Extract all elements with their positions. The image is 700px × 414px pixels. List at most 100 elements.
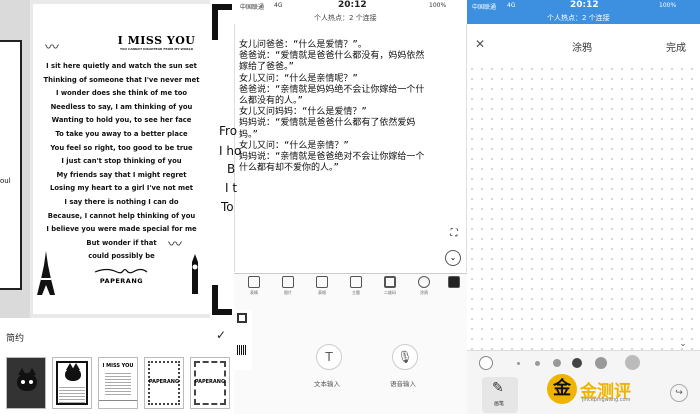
brush-size-4[interactable] bbox=[572, 358, 582, 368]
peek-text: Fro bbox=[219, 124, 238, 138]
brush-size-2[interactable] bbox=[535, 361, 540, 366]
thumb-brand: PAPERANG bbox=[148, 379, 180, 385]
text-line: 妈妈说：“爱情就是爸爸什么都有了依然爱妈 bbox=[239, 118, 416, 129]
text-line: 爸爸说：“爱情就是爸爸什么都没有，妈妈依然 bbox=[239, 51, 425, 62]
navigation-bar: ✕ 涂鸦 完成 bbox=[467, 24, 700, 64]
status-bar: 中国联通 4G 20:12 100% 个人热点：2 个连接 bbox=[467, 0, 700, 24]
page-title: 涂鸦 bbox=[572, 43, 592, 54]
poem-line: You feel so right, too good to be true bbox=[50, 143, 193, 152]
close-icon[interactable]: ✕ bbox=[475, 37, 485, 51]
poem-subtitle: YOU CANNOT DISAPPEAR FROM MY WORLD bbox=[119, 47, 194, 51]
doodle-canvas[interactable] bbox=[467, 64, 700, 350]
template-thumb-i-miss-you[interactable]: I MISS YOU bbox=[98, 357, 138, 409]
insert-toolbar: 表情 图片 表格 主题 二维码 涂鸦 bbox=[234, 273, 467, 301]
cat-icon bbox=[17, 368, 37, 391]
hotspot-label: 个人热点：2 个连接 bbox=[314, 14, 377, 22]
print-preview-paper[interactable]: 〰 I MISS YOU YOU CANNOT DISAPPEAR FROM M… bbox=[33, 4, 210, 314]
fullscreen-icon[interactable]: ⛶ bbox=[447, 228, 461, 242]
peek-text: I t bbox=[225, 181, 238, 195]
network-label: 4G bbox=[274, 2, 283, 9]
qrcode-icon bbox=[384, 276, 396, 288]
redo-icon[interactable]: ↪ bbox=[670, 384, 688, 402]
network-label: 4G bbox=[507, 2, 516, 9]
toolbar-theme[interactable]: 主题 bbox=[342, 276, 370, 296]
toolbar-print[interactable] bbox=[440, 276, 467, 288]
done-button[interactable]: 完成 bbox=[666, 39, 686, 54]
big-ben-icon bbox=[192, 254, 198, 294]
poem-line: To take you away to a better place bbox=[55, 129, 188, 138]
poem-title: I MISS YOU bbox=[117, 34, 196, 47]
text-line: 什么都有却不爱你的人。” bbox=[239, 163, 339, 174]
bird-icon: 〰 bbox=[168, 237, 182, 253]
watermark-url: jincepingwang.com bbox=[582, 397, 631, 403]
text-line: 爸爸说：“亲情就是妈妈绝不会让你嫁给一个什 bbox=[239, 84, 425, 95]
pen-icon bbox=[418, 276, 430, 288]
text-icon: T bbox=[325, 350, 333, 364]
text-editor-panel: 中国联通 4G 20:12 100% 个人热点：2 个连接 女儿问爸爸：“什么是… bbox=[234, 0, 467, 414]
print-text-content[interactable]: 女儿问爸爸：“什么是爱情？”。 爸爸说：“爱情就是爸爸什么都没有，妈妈依然 嫁给… bbox=[239, 40, 459, 174]
chevron-down-icon[interactable]: ⌄ bbox=[673, 339, 693, 351]
text-line: 女儿又问妈妈：“什么是爱情？” bbox=[239, 107, 367, 118]
toolbar-qrcode[interactable]: 二维码 bbox=[376, 276, 404, 296]
poem-line: Needless to say, I am thinking of you bbox=[50, 102, 193, 111]
thumb-brand: PAPERANG bbox=[194, 379, 226, 385]
template-thumb-cat-frame[interactable] bbox=[52, 357, 92, 409]
poem-line: could possibly be bbox=[88, 252, 155, 261]
poem-body: I sit here quietly and watch the sun set… bbox=[33, 60, 210, 264]
brush-size-6[interactable] bbox=[625, 355, 640, 370]
toolbar-image[interactable]: 图片 bbox=[274, 276, 302, 296]
pen-label: 画笔 bbox=[494, 401, 505, 407]
microphone-icon: 🎙 bbox=[397, 350, 413, 364]
template-panel: oul 〰 I MISS YOU YOU CANNOT DISAPPEAR FR… bbox=[0, 0, 234, 414]
chevron-down-icon[interactable]: ⌄ bbox=[445, 250, 461, 266]
peek-text: To bbox=[221, 200, 234, 214]
check-icon[interactable]: ✓ bbox=[216, 328, 226, 342]
table-icon bbox=[316, 276, 328, 288]
image-icon bbox=[282, 276, 294, 288]
poem-line: I wonder does she think of me too bbox=[55, 89, 188, 98]
pen-tool-button[interactable]: ✎ bbox=[482, 377, 518, 413]
brush-size-1[interactable] bbox=[517, 362, 520, 365]
poem-line: I sit here quietly and watch the sun set bbox=[46, 62, 197, 70]
text-input-label: 文本输入 bbox=[314, 380, 340, 388]
text-line: 女儿问爸爸：“什么是爱情？”。 bbox=[239, 40, 367, 50]
text-line: 女儿又问：“什么是亲情？” bbox=[239, 140, 349, 151]
carrier-label: 中国联通 bbox=[240, 4, 265, 11]
poem-line: I just can't stop thinking of you bbox=[61, 157, 182, 166]
carrier-label: 中国联通 bbox=[472, 4, 497, 11]
brush-size-5[interactable] bbox=[595, 357, 607, 369]
template-thumb-cat[interactable] bbox=[6, 357, 46, 409]
text-line: 妈。” bbox=[239, 129, 258, 140]
text-input-button[interactable]: T bbox=[316, 344, 342, 370]
poem-line: I say there is nothing I can do bbox=[64, 197, 179, 206]
toolbar-table[interactable]: 表格 bbox=[308, 276, 336, 296]
grid-icon[interactable] bbox=[237, 313, 247, 323]
text-line: 嫁给了爸爸。” bbox=[239, 62, 294, 73]
thumb-title: I MISS YOU bbox=[102, 363, 134, 369]
doodle-panel: 中国联通 4G 20:12 100% 个人热点：2 个连接 ✕ 涂鸦 完成 ⌄ … bbox=[467, 0, 700, 414]
barcode-icon[interactable] bbox=[237, 345, 247, 355]
brush-size-3[interactable] bbox=[553, 359, 561, 367]
toolbar-doodle[interactable]: 涂鸦 bbox=[410, 276, 438, 296]
pen-icon: ✎ bbox=[492, 380, 504, 396]
clock: 20:12 bbox=[338, 0, 367, 10]
toolbar-emoji[interactable]: 表情 bbox=[240, 276, 268, 296]
voice-input-button[interactable]: 🎙 bbox=[392, 344, 418, 370]
clock: 20:12 bbox=[570, 0, 599, 10]
brand-text: PAPERANG bbox=[99, 277, 144, 285]
color-picker[interactable] bbox=[479, 356, 493, 370]
poem-line: Wanting to hold you, to see her face bbox=[51, 116, 192, 125]
template-thumb-paperang-dots[interactable]: PAPERANG bbox=[190, 357, 230, 409]
template-thumb-paperang[interactable]: PAPERANG bbox=[144, 357, 184, 409]
poem-line: My friends say that I might regret bbox=[56, 170, 187, 179]
poem-line: Thinking of someone that I've never met bbox=[43, 75, 200, 84]
left-sidebar bbox=[234, 310, 252, 370]
previous-template-preview[interactable]: oul bbox=[0, 40, 22, 290]
text-line: 女儿又问：“什么是亲情呢？” bbox=[239, 73, 358, 84]
emoji-icon bbox=[248, 276, 260, 288]
poem-line: Losing my heart to a girl I've not met bbox=[50, 184, 193, 193]
next-template-strip[interactable] bbox=[210, 0, 234, 318]
battery-label: 100% bbox=[659, 2, 677, 9]
status-bar: 中国联通 4G 20:12 100% 个人热点：2 个连接 bbox=[234, 0, 467, 24]
printer-icon bbox=[448, 276, 460, 288]
